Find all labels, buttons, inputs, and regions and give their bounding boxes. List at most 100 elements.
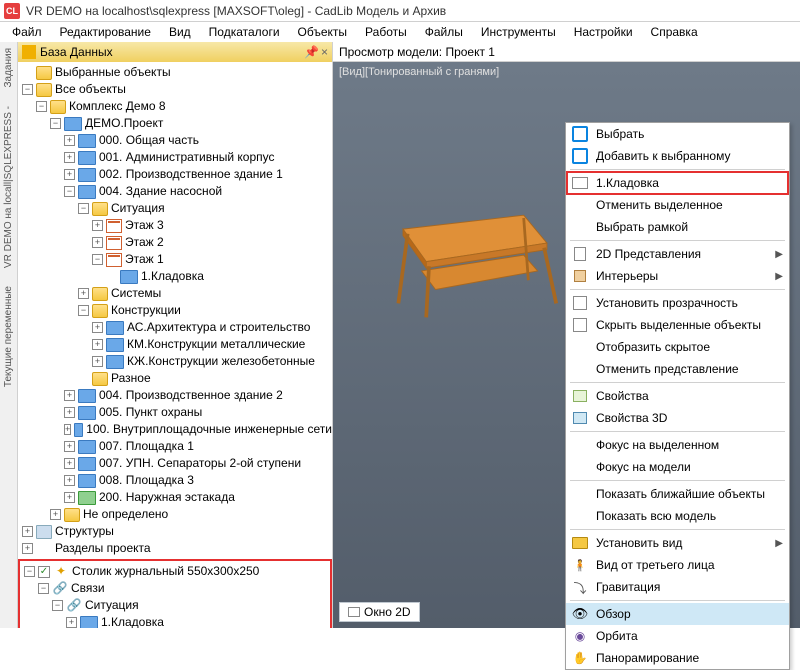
expander[interactable]: + bbox=[92, 237, 103, 248]
tree-item[interactable]: 007. Площадка 1 bbox=[99, 438, 194, 455]
expander[interactable]: − bbox=[50, 118, 61, 129]
menu-settings[interactable]: Настройки bbox=[566, 23, 641, 41]
expander[interactable]: + bbox=[92, 322, 103, 333]
expander[interactable]: + bbox=[22, 526, 33, 537]
ctx-properties[interactable]: Свойства bbox=[566, 385, 789, 407]
expander[interactable]: + bbox=[64, 152, 75, 163]
tree-item[interactable]: Структуры bbox=[55, 523, 114, 540]
left-tab-tasks[interactable]: Задания bbox=[2, 44, 15, 92]
tree-item[interactable]: АС.Архитектура и строительство bbox=[127, 319, 310, 336]
tree-item[interactable]: 000. Общая часть bbox=[99, 132, 199, 149]
expander[interactable]: − bbox=[52, 600, 63, 611]
tree-item[interactable]: Конструкции bbox=[111, 302, 181, 319]
ctx-interiors[interactable]: Интерьеры▶ bbox=[566, 265, 789, 287]
expander[interactable]: − bbox=[78, 305, 89, 316]
menu-works[interactable]: Работы bbox=[357, 23, 415, 41]
expander[interactable]: + bbox=[92, 220, 103, 231]
tree-item[interactable]: 1.Кладовка bbox=[101, 614, 164, 628]
expander[interactable]: + bbox=[64, 492, 75, 503]
tree-item[interactable]: Этаж 3 bbox=[125, 217, 164, 234]
expander[interactable]: − bbox=[78, 203, 89, 214]
checkbox[interactable]: ✓ bbox=[38, 566, 50, 578]
ctx-pan[interactable]: Панорамирование bbox=[566, 647, 789, 669]
tree-item[interactable]: Системы bbox=[111, 285, 161, 302]
menu-file[interactable]: Файл bbox=[4, 23, 50, 41]
tree-item[interactable]: Не определено bbox=[83, 506, 168, 523]
expander[interactable]: − bbox=[64, 186, 75, 197]
expander[interactable]: + bbox=[92, 339, 103, 350]
ctx-kladovka[interactable]: 1.Кладовка bbox=[566, 172, 789, 194]
tree-item[interactable]: 005. Пункт охраны bbox=[99, 404, 202, 421]
ctx-focus-selected[interactable]: Фокус на выделенном bbox=[566, 434, 789, 456]
ctx-set-view[interactable]: Установить вид▶ bbox=[566, 532, 789, 554]
expander[interactable]: + bbox=[22, 543, 33, 554]
expander[interactable]: − bbox=[22, 84, 33, 95]
ctx-hide-selected[interactable]: Скрыть выделенные объекты bbox=[566, 314, 789, 336]
ctx-properties-3d[interactable]: Свойства 3D bbox=[566, 407, 789, 429]
expander[interactable]: + bbox=[64, 135, 75, 146]
menu-tools[interactable]: Инструменты bbox=[473, 23, 564, 41]
tree-item[interactable]: 200. Наружная эстакада bbox=[99, 489, 235, 506]
ctx-overview[interactable]: Обзор bbox=[566, 603, 789, 625]
ctx-select[interactable]: Выбрать bbox=[566, 123, 789, 145]
menu-view[interactable]: Вид bbox=[161, 23, 199, 41]
ctx-third-person[interactable]: Вид от третьего лица bbox=[566, 554, 789, 576]
expander[interactable]: − bbox=[24, 566, 35, 577]
ctx-select-frame[interactable]: Выбрать рамкой bbox=[566, 216, 789, 238]
tree-item[interactable]: 100. Внутриплощадочные инженерные сети bbox=[86, 421, 332, 438]
tree-item[interactable]: Разделы проекта bbox=[55, 540, 151, 557]
ctx-show-all[interactable]: Показать всю модель bbox=[566, 505, 789, 527]
expander[interactable]: + bbox=[64, 458, 75, 469]
ctx-focus-model[interactable]: Фокус на модели bbox=[566, 456, 789, 478]
expander[interactable]: + bbox=[64, 407, 75, 418]
tree-item[interactable]: 001. Административный корпус bbox=[99, 149, 275, 166]
tree-item[interactable]: КЖ.Конструкции железобетонные bbox=[127, 353, 315, 370]
pin-icon[interactable]: 📌 bbox=[304, 45, 319, 59]
menu-files[interactable]: Файлы bbox=[417, 23, 471, 41]
expander[interactable]: + bbox=[64, 424, 71, 435]
tree-item[interactable]: Ситуация bbox=[85, 597, 139, 614]
ctx-cancel-view[interactable]: Отменить представление bbox=[566, 358, 789, 380]
tree-item[interactable]: 007. УПН. Сепараторы 2-ой ступени bbox=[99, 455, 301, 472]
ctx-deselect[interactable]: Отменить выделенное bbox=[566, 194, 789, 216]
ctx-orbit[interactable]: Орбита bbox=[566, 625, 789, 647]
tree-item[interactable]: Столик журнальный 550x300x250 bbox=[72, 563, 259, 580]
tree-item[interactable]: 004. Производственное здание 2 bbox=[99, 387, 283, 404]
expander[interactable]: + bbox=[50, 509, 61, 520]
expander[interactable]: + bbox=[64, 475, 75, 486]
tree-item[interactable]: КМ.Конструкции металлические bbox=[127, 336, 305, 353]
ctx-add-selection[interactable]: Добавить к выбранному bbox=[566, 145, 789, 167]
expander[interactable]: − bbox=[38, 583, 49, 594]
expander[interactable]: + bbox=[78, 288, 89, 299]
ctx-2d-views[interactable]: 2D Представления▶ bbox=[566, 243, 789, 265]
tree-item[interactable]: 1.Кладовка bbox=[141, 268, 204, 285]
left-tab-db[interactable]: VR DEMO на locall|SQLEXPRESS - bbox=[2, 102, 15, 272]
tree-item[interactable]: 008. Площадка 3 bbox=[99, 472, 194, 489]
menu-objects[interactable]: Объекты bbox=[290, 23, 356, 41]
tree-item[interactable]: Связи bbox=[71, 580, 105, 597]
menu-help[interactable]: Справка bbox=[643, 23, 706, 41]
expander[interactable]: + bbox=[92, 356, 103, 367]
ctx-transparency[interactable]: Установить прозрачность bbox=[566, 292, 789, 314]
tree-item[interactable]: Этаж 2 bbox=[125, 234, 164, 251]
tree-item[interactable]: ДЕМО.Проект bbox=[85, 115, 163, 132]
object-tree[interactable]: Выбранные объекты −Все объекты −Комплекс… bbox=[18, 62, 332, 628]
tree-item[interactable]: Этаж 1 bbox=[125, 251, 164, 268]
menu-edit[interactable]: Редактирование bbox=[52, 23, 159, 41]
close-icon[interactable]: × bbox=[321, 45, 328, 59]
tree-item[interactable]: Комплекс Демо 8 bbox=[69, 98, 166, 115]
tree-item[interactable]: Все объекты bbox=[55, 81, 126, 98]
expander[interactable]: + bbox=[64, 441, 75, 452]
3d-table-model[interactable] bbox=[373, 192, 563, 322]
tree-item[interactable]: Выбранные объекты bbox=[55, 64, 171, 81]
expander[interactable]: − bbox=[36, 101, 47, 112]
expander[interactable]: − bbox=[92, 254, 103, 265]
left-tab-vars[interactable]: Текущие переменные bbox=[2, 282, 15, 391]
tree-item[interactable]: 002. Производственное здание 1 bbox=[99, 166, 283, 183]
ctx-show-nearest[interactable]: Показать ближайшие объекты bbox=[566, 483, 789, 505]
menu-subcatalogs[interactable]: Подкаталоги bbox=[201, 23, 288, 41]
expander[interactable]: + bbox=[64, 169, 75, 180]
ctx-show-hidden[interactable]: Отобразить скрытое bbox=[566, 336, 789, 358]
window-2d-tab[interactable]: Окно 2D bbox=[339, 602, 420, 622]
tree-item[interactable]: 004. Здание насосной bbox=[99, 183, 222, 200]
